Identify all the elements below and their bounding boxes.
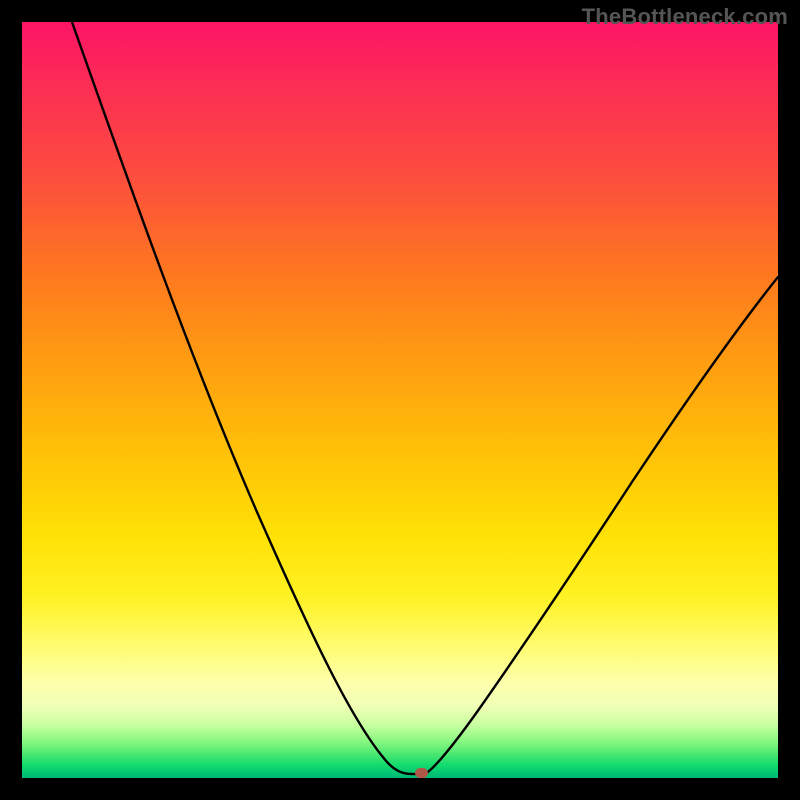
curve-path bbox=[72, 22, 778, 774]
plot-area bbox=[22, 22, 778, 778]
minimum-marker bbox=[415, 768, 428, 778]
chart-frame: TheBottleneck.com bbox=[0, 0, 800, 800]
watermark-text: TheBottleneck.com bbox=[582, 4, 788, 30]
bottleneck-curve bbox=[22, 22, 778, 778]
